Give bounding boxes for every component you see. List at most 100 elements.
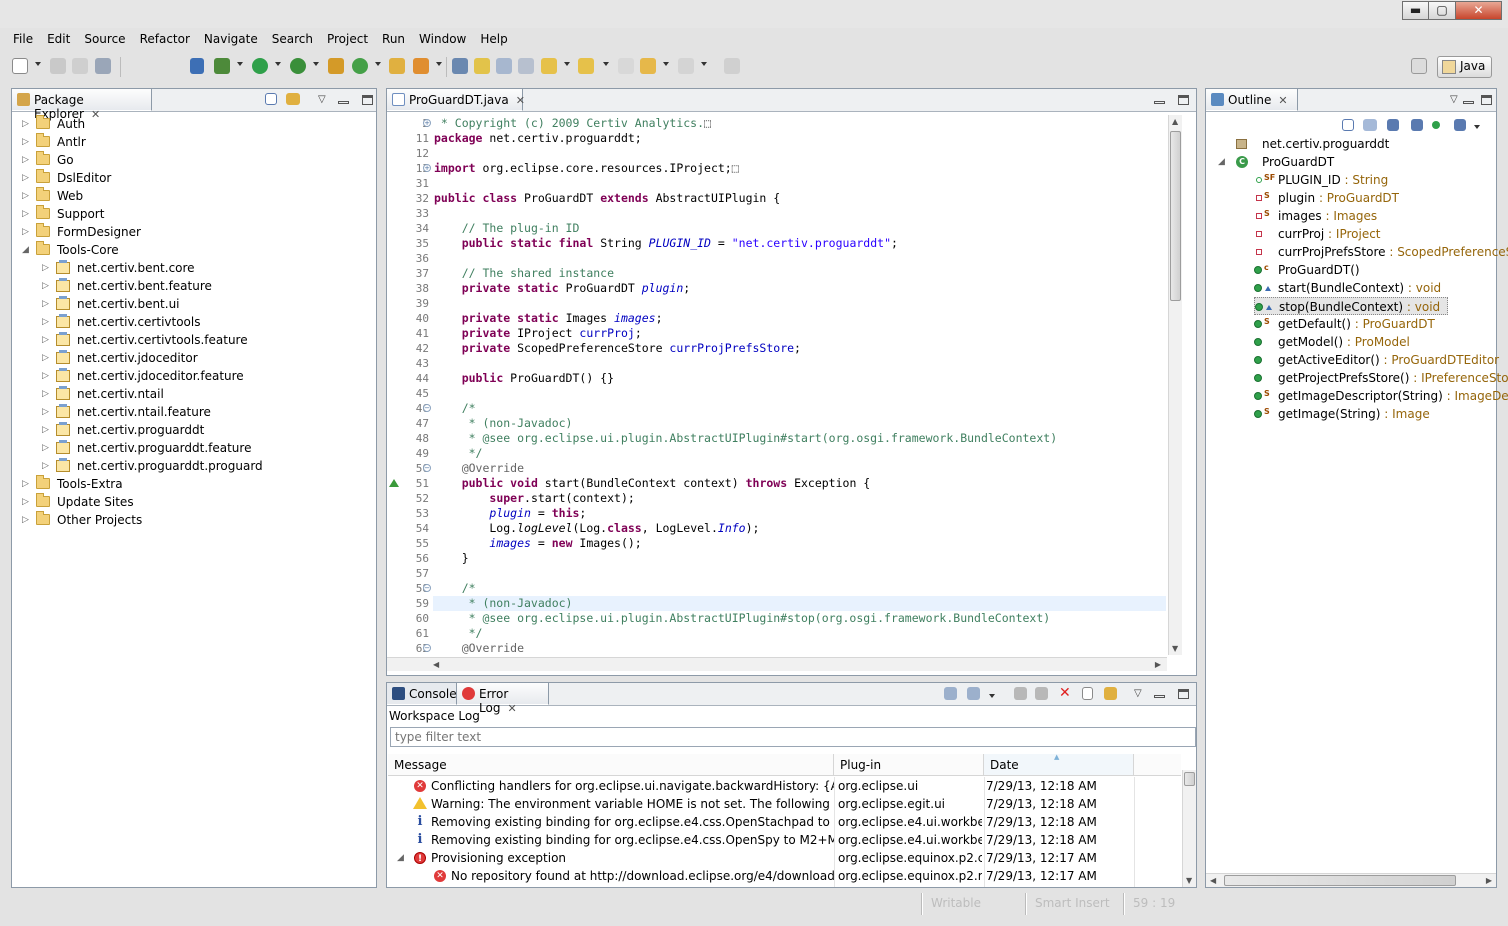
close-button[interactable]: ✕: [1456, 1, 1502, 20]
maximize-view-icon[interactable]: [1178, 689, 1189, 699]
view-menu-icon[interactable]: ▽: [1450, 94, 1458, 105]
hide-local-types-icon[interactable]: [1454, 119, 1466, 131]
outline-horizontal-scrollbar[interactable]: ◀ ▶: [1206, 873, 1496, 887]
new-class-icon[interactable]: [352, 58, 368, 74]
table-row[interactable]: ◢! Provisioning exception org.eclipse.equi…: [388, 849, 1181, 867]
maximize-view-icon[interactable]: [1481, 95, 1492, 105]
collapsed-arrow-icon[interactable]: ▷: [22, 493, 29, 511]
last-edit-location-icon[interactable]: [618, 58, 634, 74]
open-perspective-icon[interactable]: [1411, 58, 1427, 74]
expanded-arrow-icon[interactable]: ◢: [22, 241, 29, 259]
back-icon[interactable]: [640, 58, 656, 74]
pin-editor-icon[interactable]: [724, 58, 740, 74]
menu-file[interactable]: File: [6, 28, 40, 50]
collapsed-arrow-icon[interactable]: ▷: [42, 439, 49, 457]
new-java-project-icon[interactable]: [328, 58, 344, 74]
restore-log-icon[interactable]: [1104, 687, 1117, 700]
filter-input[interactable]: [390, 727, 1196, 747]
log-scrollbar[interactable]: ▼: [1182, 770, 1196, 887]
tab-proguarddt-java[interactable]: ProGuardDT.java ✕: [387, 89, 525, 111]
expanded-arrow-icon[interactable]: ◢: [397, 849, 404, 867]
table-row[interactable]: i Removing existing binding for org.eclip…: [388, 813, 1181, 831]
expand-fold-icon[interactable]: +: [423, 119, 431, 127]
block-selection-icon[interactable]: [496, 58, 512, 74]
collapse-all-icon[interactable]: [1342, 119, 1354, 131]
collapsed-arrow-icon[interactable]: ▷: [42, 457, 49, 475]
collapsed-arrow-icon[interactable]: ▷: [42, 367, 49, 385]
skip-breakpoints-icon[interactable]: [190, 58, 204, 74]
view-menu-icon[interactable]: ▽: [1134, 688, 1142, 699]
outline-item[interactable]: stop(BundleContext) : void: [1254, 297, 1448, 315]
collapsed-arrow-icon[interactable]: ▷: [42, 277, 49, 295]
save-icon[interactable]: [50, 58, 66, 74]
open-task-icon[interactable]: [452, 58, 468, 74]
hide-fields-icon[interactable]: [1387, 119, 1399, 131]
show-whitespace-icon[interactable]: [518, 58, 534, 74]
collapsed-arrow-icon[interactable]: ▷: [42, 313, 49, 331]
save-all-icon[interactable]: [72, 58, 88, 74]
collapsed-arrow-icon[interactable]: ▷: [42, 421, 49, 439]
collapsed-arrow-icon[interactable]: ▷: [22, 151, 29, 169]
previous-annotation-icon[interactable]: [578, 58, 594, 74]
editor-horizontal-scrollbar[interactable]: ◀ ▶: [387, 657, 1167, 671]
menu-edit[interactable]: Edit: [40, 28, 77, 50]
minimize-view-icon[interactable]: [1154, 695, 1165, 698]
table-row[interactable]: Warning: The environment variable HOME i…: [388, 795, 1181, 813]
menu-source[interactable]: Source: [77, 28, 132, 50]
forward-icon[interactable]: [678, 58, 694, 74]
maximize-view-icon[interactable]: [362, 95, 373, 105]
close-tab-icon[interactable]: ✕: [1278, 94, 1287, 107]
tab-console[interactable]: Console: [387, 683, 457, 705]
collapsed-arrow-icon[interactable]: ▷: [22, 511, 29, 529]
collapse-fold-icon[interactable]: −: [423, 464, 431, 472]
close-tab-icon[interactable]: ✕: [507, 702, 516, 715]
minimize-view-icon[interactable]: [338, 101, 349, 104]
tab-error-log[interactable]: Error Log ✕: [457, 683, 549, 715]
collapse-fold-icon[interactable]: −: [423, 644, 431, 652]
close-tab-icon[interactable]: ✕: [516, 94, 525, 107]
collapse-fold-icon[interactable]: −: [423, 584, 431, 592]
collapsed-arrow-icon[interactable]: ▷: [22, 115, 29, 133]
table-row[interactable]: ✕ Conflicting handlers for org.eclipse.ui…: [388, 777, 1181, 795]
collapsed-arrow-icon[interactable]: ▷: [22, 133, 29, 151]
collapsed-arrow-icon[interactable]: ▷: [42, 349, 49, 367]
editor-vertical-scrollbar[interactable]: ▲ ▼: [1168, 115, 1182, 655]
table-row[interactable]: ✕ No repository found at http://download.…: [388, 867, 1181, 885]
maximize-button[interactable]: ▢: [1429, 1, 1456, 20]
remove-icon[interactable]: ✕: [1059, 686, 1071, 700]
menu-search[interactable]: Search: [265, 28, 320, 50]
minimize-button[interactable]: ▬: [1402, 1, 1429, 20]
menu-navigate[interactable]: Navigate: [197, 28, 265, 50]
scrollbar-thumb[interactable]: [1224, 875, 1456, 886]
hide-non-public-icon[interactable]: [1432, 121, 1440, 129]
scrollbar-thumb[interactable]: [1184, 772, 1195, 786]
toggle-mark-occurrences-icon[interactable]: [474, 58, 490, 74]
export-log-icon[interactable]: [944, 687, 957, 700]
tab-package-explorer[interactable]: Package Explorer ✕: [12, 89, 152, 121]
import-log-icon[interactable]: [967, 687, 980, 700]
collapsed-arrow-icon[interactable]: ▷: [22, 223, 29, 241]
collapsed-arrow-icon[interactable]: ▷: [22, 169, 29, 187]
scrollbar-thumb[interactable]: [1170, 131, 1181, 301]
collapsed-arrow-icon[interactable]: ▷: [42, 403, 49, 421]
collapsed-arrow-icon[interactable]: ▷: [22, 205, 29, 223]
collapse-fold-icon[interactable]: −: [423, 404, 431, 412]
java-perspective-button[interactable]: Java: [1437, 56, 1492, 78]
menu-window[interactable]: Window: [412, 28, 473, 50]
collapse-all-icon[interactable]: [265, 93, 277, 105]
tab-outline[interactable]: Outline ✕: [1206, 89, 1298, 111]
minimize-view-icon[interactable]: [1154, 101, 1165, 104]
expanded-arrow-icon[interactable]: ◢: [1218, 153, 1225, 171]
menu-project[interactable]: Project: [320, 28, 375, 50]
menu-refactor[interactable]: Refactor: [133, 28, 197, 50]
column-plugin[interactable]: Plug-in: [834, 754, 984, 776]
table-row[interactable]: i Removing existing binding for org.eclip…: [388, 831, 1181, 849]
new-icon[interactable]: [12, 58, 28, 74]
clear-log-icon[interactable]: [1014, 687, 1027, 700]
collapsed-arrow-icon[interactable]: ▷: [22, 475, 29, 493]
collapsed-arrow-icon[interactable]: ▷: [42, 259, 49, 277]
collapsed-arrow-icon[interactable]: ▷: [42, 295, 49, 313]
link-with-editor-icon[interactable]: [286, 93, 300, 105]
minimize-view-icon[interactable]: [1463, 101, 1474, 104]
delete-log-icon[interactable]: [1035, 687, 1048, 700]
